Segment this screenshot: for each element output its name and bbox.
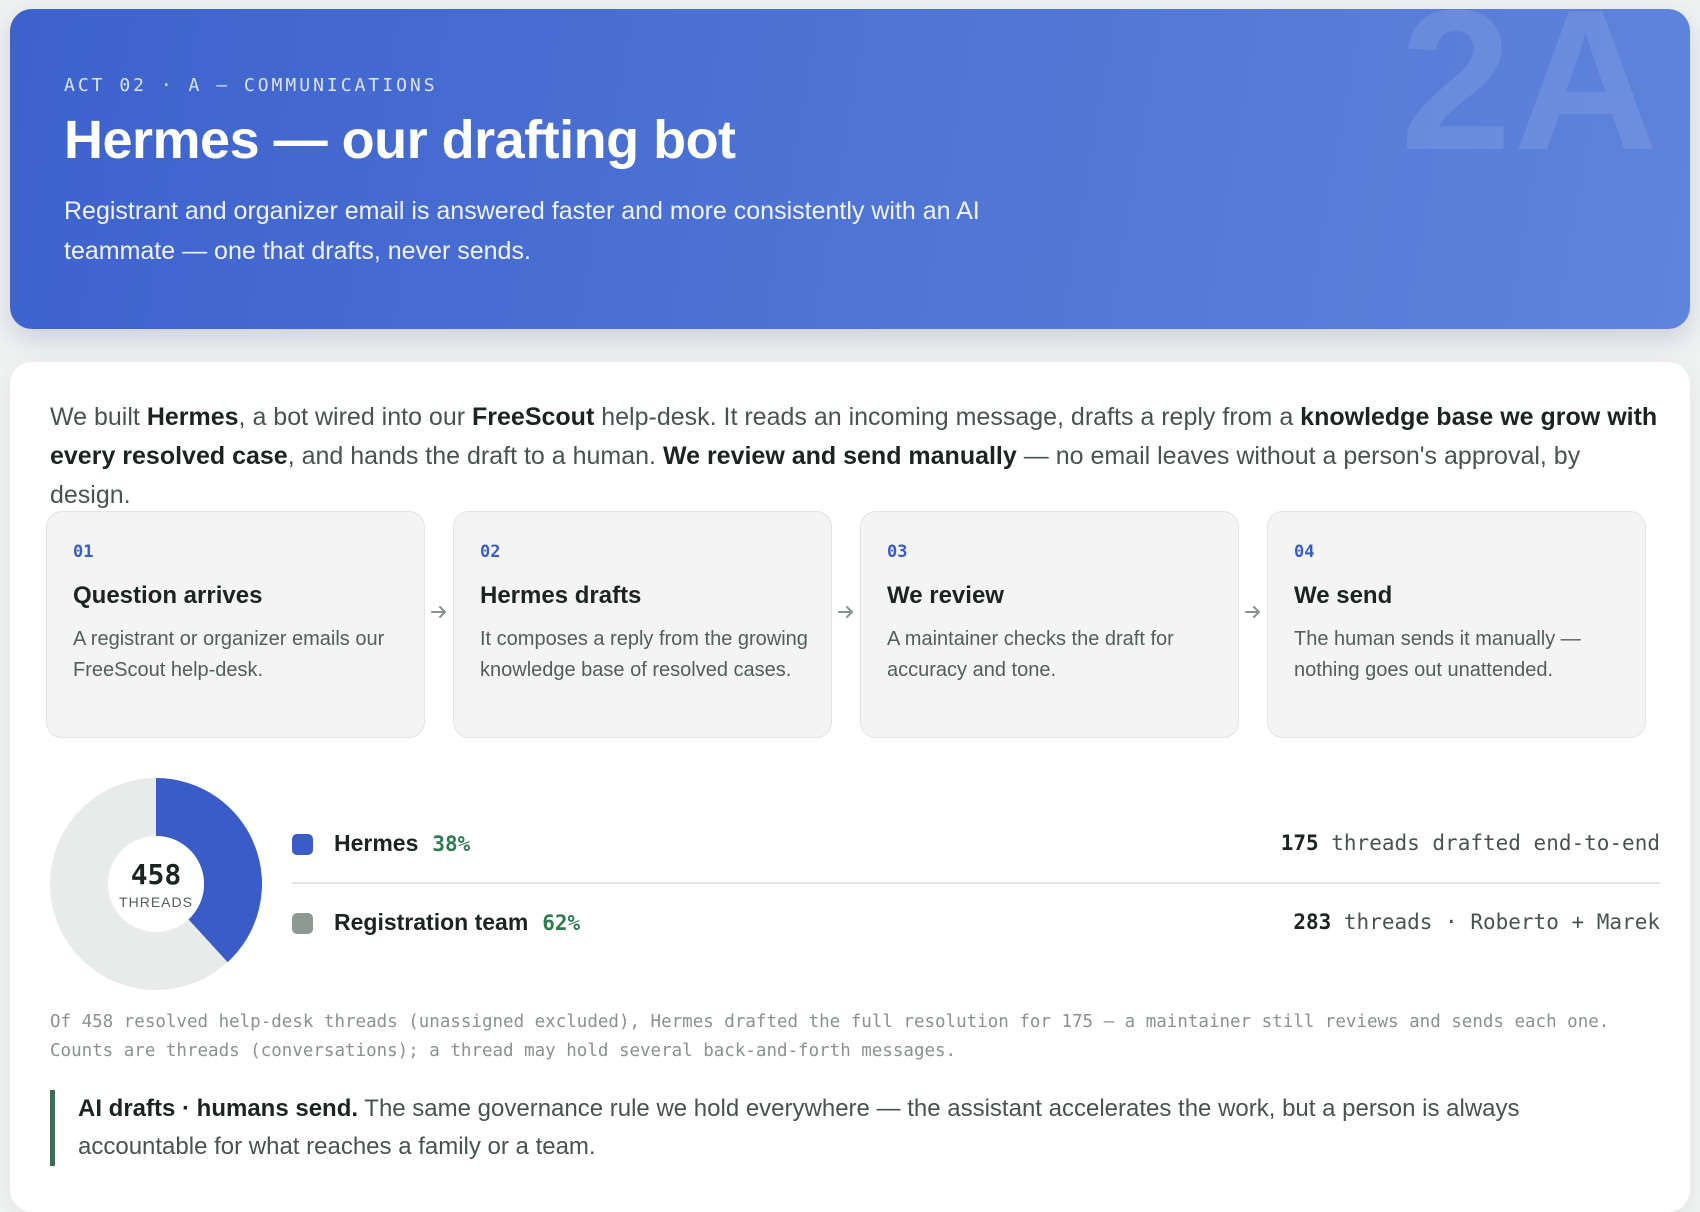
step-number: 04 xyxy=(1294,542,1315,562)
step-title: Hermes drafts xyxy=(480,582,642,609)
intro-text: help-desk. It reads an incoming message,… xyxy=(594,403,1301,431)
step-card-question-arrives: 01 Question arrives A registrant or orga… xyxy=(46,511,425,738)
callout-bold: AI drafts · humans send. xyxy=(78,1095,359,1122)
section-eyebrow: ACT 02 · A — COMMUNICATIONS xyxy=(64,75,438,96)
legend-detail: 175 threads drafted end-to-end xyxy=(1281,831,1660,855)
step-card-we-review: 03 We review A maintainer checks the dra… xyxy=(860,511,1239,738)
arrow-right-icon xyxy=(431,606,446,618)
legend-detail: 283 threads · Roberto + Marek xyxy=(1293,910,1660,934)
legend-name-text: Registration team xyxy=(334,909,529,935)
legend-row-hermes: Hermes 38% 175 threads drafted end-to-end xyxy=(292,820,1660,868)
legend-row-registration-team: Registration team 62% 283 threads · Rober… xyxy=(292,899,1660,947)
governance-callout: AI drafts · humans send. The same govern… xyxy=(50,1090,1638,1166)
legend-name-text: Hermes xyxy=(334,830,419,856)
legend-detail-text: threads drafted end-to-end xyxy=(1318,831,1660,855)
intro-bold-hermes: Hermes xyxy=(146,403,239,431)
step-number: 02 xyxy=(480,542,501,562)
step-title: We send xyxy=(1294,582,1393,609)
section-watermark: 2A xyxy=(1400,9,1660,192)
step-description: A registrant or organizer emails our Fre… xyxy=(73,628,385,681)
step-title: We review xyxy=(887,582,1004,609)
legend-percent: 38% xyxy=(432,832,471,856)
intro-text: , and hands the draft to a human. xyxy=(287,442,663,470)
legend-count: 283 xyxy=(1293,910,1332,934)
legend-detail-text: threads · Roberto + Marek xyxy=(1331,910,1660,934)
intro-bold-review: We review and send manually xyxy=(662,442,1017,470)
legend-swatch xyxy=(292,834,313,855)
intro-text: We built xyxy=(50,403,147,431)
legend-count: 175 xyxy=(1280,831,1319,855)
intro-text: , a bot wired into our xyxy=(238,403,473,431)
intro-paragraph: We built Hermes, a bot wired into our Fr… xyxy=(50,398,1660,515)
threads-donut-chart xyxy=(50,778,262,990)
step-description: The human sends it manually — nothing go… xyxy=(1294,628,1581,681)
step-card-hermes-drafts: 02 Hermes drafts It composes a reply fro… xyxy=(453,511,832,738)
page-title: Hermes — our drafting bot xyxy=(64,110,736,170)
step-title: Question arrives xyxy=(73,582,263,609)
step-number: 01 xyxy=(73,542,94,562)
donut-hole xyxy=(108,836,204,932)
methodology-footnote: Of 458 resolved help-desk threads (unass… xyxy=(50,1012,1610,1061)
legend-divider xyxy=(292,882,1660,884)
step-description: A maintainer checks the draft for accura… xyxy=(887,628,1174,681)
legend-name: Hermes 38% xyxy=(334,830,470,857)
content-card: We built Hermes, a bot wired into our Fr… xyxy=(10,362,1690,1212)
arrow-right-icon xyxy=(1245,606,1260,618)
step-description: It composes a reply from the growing kno… xyxy=(480,628,808,681)
hero-banner: 2A ACT 02 · A — COMMUNICATIONS Hermes — … xyxy=(10,9,1690,329)
step-number: 03 xyxy=(887,542,908,562)
intro-bold-freescout: FreeScout xyxy=(472,403,595,431)
legend-name: Registration team 62% xyxy=(334,909,580,936)
step-card-we-send: 04 We send The human sends it manually —… xyxy=(1267,511,1646,738)
legend-percent: 62% xyxy=(542,911,581,935)
legend-swatch xyxy=(292,913,313,934)
page-subtitle: Registrant and organizer email is answer… xyxy=(64,197,980,265)
arrow-right-icon xyxy=(838,606,853,618)
